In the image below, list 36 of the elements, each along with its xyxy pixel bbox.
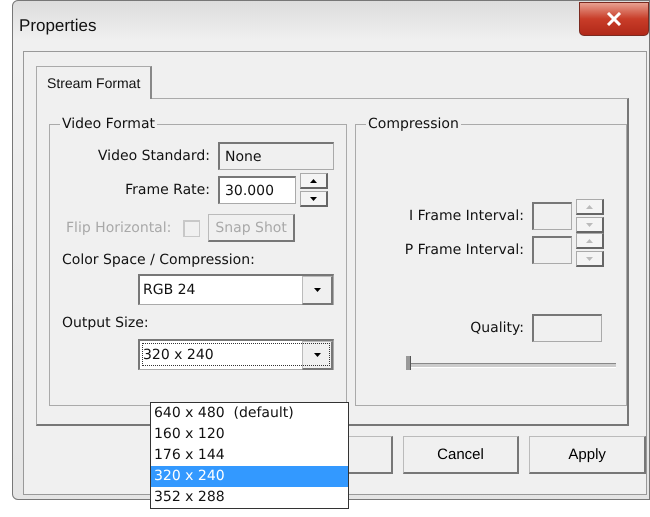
tab[interactable]: Stream Format — [36, 66, 152, 99]
video-standard-field: None — [218, 142, 334, 170]
dropdown-option[interactable]: 352 x 288 — [151, 487, 348, 508]
down-arrow-icon — [314, 352, 320, 356]
spin-up-button[interactable] — [300, 173, 328, 189]
dropdown-option[interactable]: 160 x 120 — [151, 424, 348, 445]
dropdown-option[interactable]: 640 x 480 (default) — [151, 403, 348, 424]
close-icon — [606, 12, 622, 26]
field-label: Color Space / Compression: — [61, 251, 256, 270]
up-arrow-icon — [310, 178, 317, 182]
quality-field — [532, 314, 602, 342]
group-title: Compression — [367, 116, 460, 132]
down-arrow-icon — [314, 288, 320, 292]
output-size-dropdown[interactable]: 320 x 240 — [138, 339, 334, 370]
slider-thumb[interactable] — [406, 356, 411, 370]
down-arrow-icon — [586, 256, 593, 260]
field-label: I Frame Interval: — [408, 208, 525, 224]
frame-rate-field[interactable]: 30.000 — [218, 176, 296, 204]
up-arrow-icon — [586, 204, 593, 208]
close-button[interactable] — [579, 2, 649, 36]
field-label: Output Size: — [61, 314, 150, 333]
window-title: Properties — [19, 16, 96, 36]
spin-down-button[interactable] — [300, 191, 328, 207]
down-arrow-icon — [310, 196, 317, 200]
dropdown-option[interactable]: 176 x 144 — [151, 445, 348, 466]
color-space-dropdown[interactable]: RGB 24 — [138, 274, 334, 305]
up-arrow-icon — [586, 238, 593, 242]
field-label: P Frame Interval: — [404, 242, 525, 258]
field-label: Video Standard: — [96, 148, 211, 164]
down-arrow-icon — [586, 222, 593, 226]
dialog-button[interactable]: Apply — [529, 436, 646, 474]
dialog-button[interactable]: Cancel — [402, 436, 520, 474]
field-label: Quality: — [469, 320, 525, 336]
checkbox-label: Flip Horizontal: — [66, 220, 172, 236]
field-label: Frame Rate: — [124, 182, 211, 198]
group-title: Video Format — [61, 116, 156, 132]
